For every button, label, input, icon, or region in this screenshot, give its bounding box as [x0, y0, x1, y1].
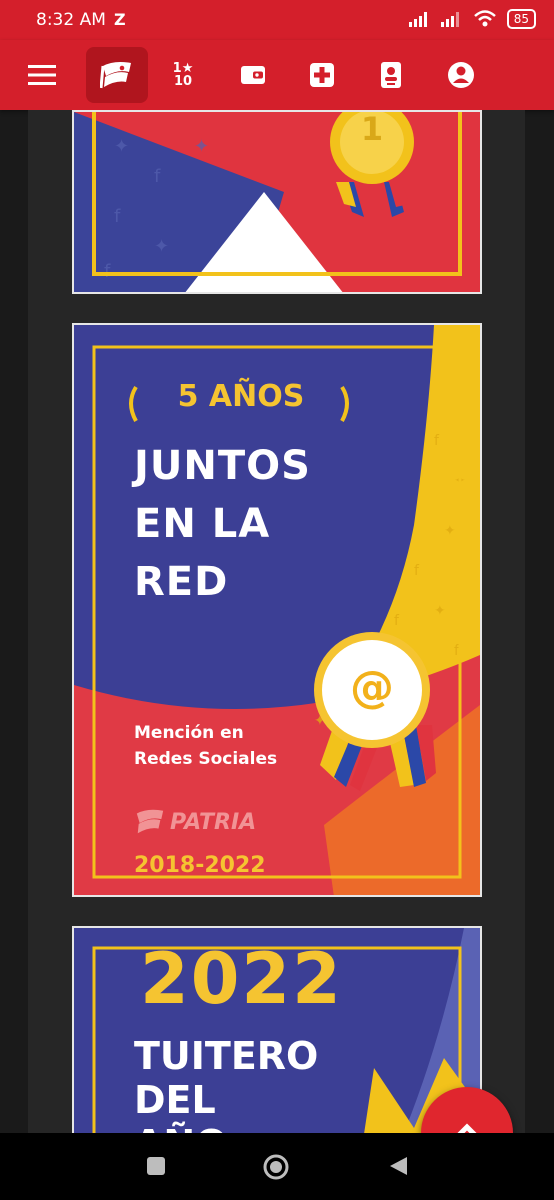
top-ten-icon: 1★ 10 [173, 62, 194, 88]
top-ten-label-bottom: 10 [173, 74, 193, 89]
wifi-icon [473, 10, 496, 27]
top-ten-button[interactable]: 1★ 10 [157, 49, 209, 101]
card3-title-line2: DEL [134, 1078, 216, 1122]
battery-indicator: 85 [506, 9, 536, 29]
certificate-image-1: ✦ f ✦ f ✦ f 1 [74, 112, 480, 292]
svg-text:f: f [104, 261, 111, 282]
card2-mention-line1: Mención en [134, 723, 244, 743]
home-button[interactable] [262, 1153, 290, 1181]
svg-text:f: f [114, 206, 121, 227]
card2-period: 2018-2022 [134, 853, 266, 878]
svg-text:✦: ✦ [434, 603, 446, 619]
menu-button[interactable] [16, 49, 68, 101]
card2-years-badge: 5 AÑOS [177, 379, 305, 414]
id-card-icon [381, 62, 401, 88]
status-bar: 8:32 AM Z 85 [0, 0, 554, 40]
card3-title-line1: TUITERO [134, 1034, 319, 1078]
menu-icon [28, 65, 56, 85]
svg-text:✦: ✦ [154, 236, 169, 257]
health-cross-icon [310, 63, 334, 87]
signal-2-icon [440, 12, 459, 27]
system-navigation-bar [0, 1133, 554, 1200]
card2-title-line2: EN LA [134, 501, 271, 547]
back-button[interactable] [387, 1155, 409, 1177]
recent-apps-button[interactable] [145, 1155, 167, 1177]
patria-home-button[interactable] [86, 47, 148, 103]
account-button[interactable] [435, 49, 487, 101]
card2-title-line3: RED [134, 559, 229, 605]
wallet-button[interactable] [227, 49, 279, 101]
certificate-card-1[interactable]: ✦ f ✦ f ✦ f 1 [72, 110, 482, 294]
account-icon [448, 62, 474, 88]
patria-brand-text: PATRIA [170, 809, 257, 835]
svg-text:✦: ✦ [194, 136, 209, 157]
certificate-card-juntos-en-la-red[interactable]: f✦f ✦f✦ f✦f 5 AÑOS JUNTOS EN LA RED @ Me… [72, 323, 482, 897]
patria-flag-icon [100, 62, 131, 89]
svg-text:f: f [154, 166, 161, 187]
svg-text:✦: ✦ [444, 523, 456, 539]
status-indicator: Z [114, 10, 126, 29]
medal-at-symbol: @ [350, 662, 394, 713]
app-bar: 1★ 10 [0, 40, 554, 110]
id-card-button[interactable] [365, 49, 417, 101]
health-button[interactable] [296, 49, 348, 101]
wallet-icon [241, 66, 265, 84]
signal-icon [408, 12, 427, 27]
svg-text:1: 1 [361, 112, 383, 148]
card2-title-line1: JUNTOS [134, 443, 311, 489]
svg-text:✦: ✦ [114, 136, 129, 157]
patria-logo: PATRIA [134, 807, 256, 837]
status-time: 8:32 AM [36, 10, 106, 30]
patria-flag-logo-icon [136, 809, 164, 834]
card3-year: 2022 [140, 938, 343, 1020]
card2-mention-line2: Redes Sociales [134, 749, 278, 769]
